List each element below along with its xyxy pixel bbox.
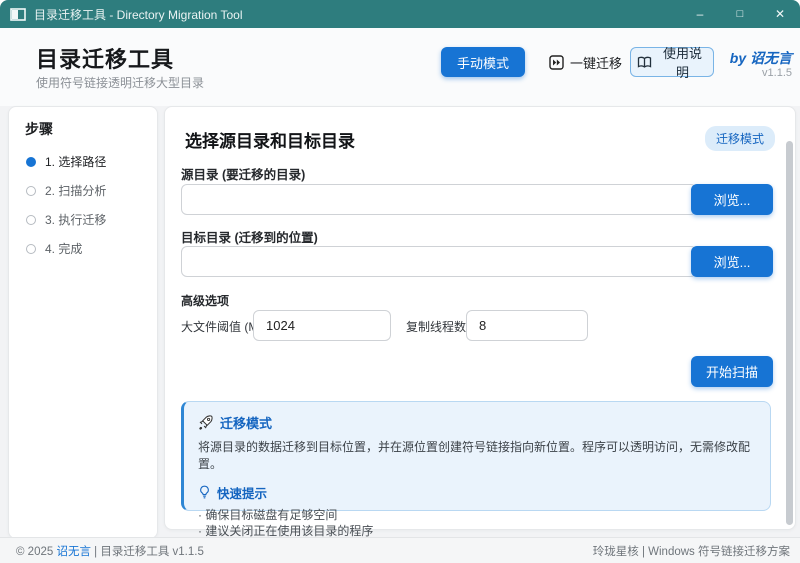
step-label: 4. 完成: [45, 240, 82, 257]
tip-item: 确保目标磁盘有足够空间: [198, 507, 756, 523]
step-item-3: 3. 执行迁移: [9, 205, 157, 234]
footer-tagline: 玲珑星核 | Windows 符号链接迁移方案: [593, 543, 790, 559]
oneclick-mode-button[interactable]: 一键迁移: [543, 49, 628, 75]
mode-badge: 迁移模式: [705, 126, 775, 151]
tips-title-row: 快速提示: [198, 483, 756, 502]
titlebar: 目录迁移工具 - Directory Migration Tool – □ ✕: [0, 0, 800, 28]
steps-sidebar: 步骤 1. 选择路径 2. 扫描分析 3. 执行迁移 4. 完成: [8, 106, 158, 539]
footer-copyright: © 2025 诏无言 | 目录迁移工具 v1.1.5: [16, 543, 204, 559]
start-scan-button[interactable]: 开始扫描: [691, 356, 773, 387]
step-dot-icon: [26, 244, 36, 254]
browse-target-button[interactable]: 浏览...: [691, 246, 773, 277]
footer: © 2025 诏无言 | 目录迁移工具 v1.1.5 玲珑星核 | Window…: [0, 537, 800, 563]
advanced-options-title: 高级选项: [181, 292, 229, 309]
info-mode-title: 迁移模式: [220, 413, 272, 432]
source-dir-label: 源目录 (要迁移的目录): [181, 164, 305, 183]
threads-input[interactable]: [466, 310, 588, 341]
version-label: v1.1.5: [682, 67, 792, 79]
page-title: 目录迁移工具: [36, 42, 174, 74]
close-button[interactable]: ✕: [760, 0, 800, 28]
app-window: 目录迁移工具 - Directory Migration Tool – □ ✕ …: [0, 0, 800, 563]
manual-mode-button[interactable]: 手动模式: [441, 47, 525, 77]
copyright-suffix: | 目录迁移工具 v1.1.5: [91, 546, 204, 558]
info-mode-title-row: 迁移模式: [198, 413, 756, 432]
section-heading: 选择源目录和目标目录: [185, 127, 355, 152]
maximize-button[interactable]: □: [720, 0, 760, 28]
app-window-icon: [10, 8, 26, 21]
step-label: 1. 选择路径: [45, 153, 106, 170]
step-item-1: 1. 选择路径: [9, 147, 157, 176]
info-box: 迁移模式 将源目录的数据迁移到目标位置，并在源位置创建符号链接指向新位置。程序可…: [181, 401, 771, 511]
step-item-4: 4. 完成: [9, 234, 157, 263]
oneclick-mode-label: 一键迁移: [570, 53, 622, 72]
header: 目录迁移工具 使用符号链接透明迁移大型目录 手动模式 一键迁移 使用说明: [0, 28, 800, 106]
step-dot-icon: [26, 215, 36, 225]
page-subtitle: 使用符号链接透明迁移大型目录: [36, 74, 204, 91]
steps-title: 步骤: [25, 119, 53, 139]
threads-label: 复制线程数:: [406, 318, 469, 335]
step-label: 3. 执行迁移: [45, 211, 106, 228]
window-controls: – □ ✕: [680, 0, 800, 28]
step-item-2: 2. 扫描分析: [9, 176, 157, 205]
footer-author-link[interactable]: 诏无言: [56, 546, 91, 558]
author-signature: by 诏无言: [682, 48, 792, 68]
tips-title: 快速提示: [217, 483, 267, 502]
rocket-icon: [198, 415, 213, 430]
step-dot-icon: [26, 186, 36, 196]
scrollbar[interactable]: [786, 141, 793, 525]
threshold-input[interactable]: [253, 310, 391, 341]
step-dot-active-icon: [26, 157, 36, 167]
minimize-button[interactable]: –: [680, 0, 720, 28]
target-dir-input[interactable]: [181, 246, 697, 277]
info-mode-description: 将源目录的数据迁移到目标位置，并在源位置创建符号链接指向新位置。程序可以透明访问…: [198, 439, 756, 474]
copyright-prefix: © 2025: [16, 546, 56, 558]
main-panel: 选择源目录和目标目录 迁移模式 源目录 (要迁移的目录) 浏览... 目标目录 …: [164, 106, 796, 530]
browse-source-button[interactable]: 浏览...: [691, 184, 773, 215]
window-title: 目录迁移工具 - Directory Migration Tool: [34, 6, 243, 23]
fast-forward-icon: [549, 55, 564, 70]
source-dir-input[interactable]: [181, 184, 697, 215]
step-label: 2. 扫描分析: [45, 182, 106, 199]
book-icon: [637, 56, 652, 69]
scrollbar-thumb[interactable]: [786, 141, 793, 525]
lightbulb-icon: [198, 485, 211, 499]
steps-list: 1. 选择路径 2. 扫描分析 3. 执行迁移 4. 完成: [9, 147, 157, 263]
target-dir-label: 目标目录 (迁移到的位置): [181, 227, 318, 246]
